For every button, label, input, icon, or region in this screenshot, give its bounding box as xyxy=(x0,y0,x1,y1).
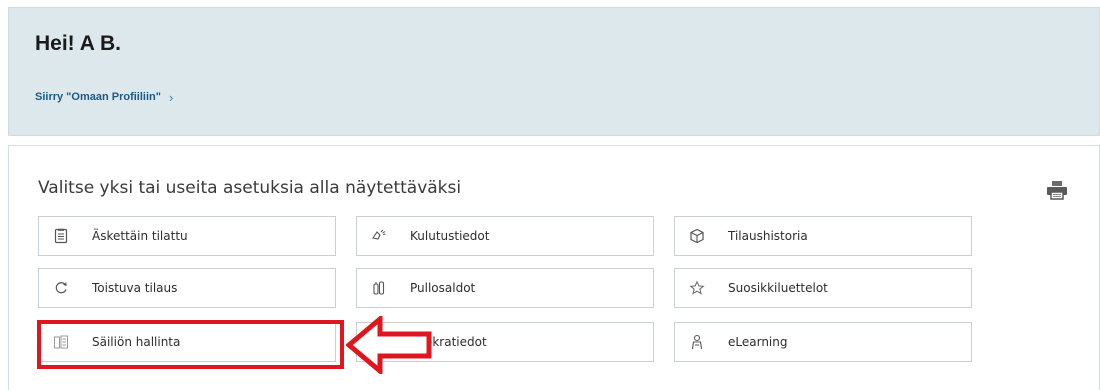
tile-label: Äskettäin tilattu xyxy=(92,229,188,243)
tile-rental-info[interactable]: Vuokratiedot xyxy=(356,322,654,362)
person-icon xyxy=(689,334,705,350)
profile-link[interactable]: Siirry "Omaan Profiiliin" › xyxy=(35,89,173,105)
tile-order-history[interactable]: Tilaushistoria xyxy=(674,216,972,256)
gas-flow-icon xyxy=(371,228,387,244)
tile-label: Toistuva tilaus xyxy=(92,281,178,295)
clipboard-list-icon xyxy=(53,228,69,244)
cylinders-icon xyxy=(371,280,387,296)
options-heading: Valitse yksi tai useita asetuksia alla n… xyxy=(38,178,462,198)
tile-cylinder-balances[interactable]: Pullosaldot xyxy=(356,268,654,308)
tile-label: Vuokratiedot xyxy=(410,335,487,349)
chart-icon xyxy=(371,334,387,350)
tile-label: Kulutustiedot xyxy=(410,229,490,243)
tile-label: Suosikkiluettelot xyxy=(728,281,828,295)
chevron-right-icon: › xyxy=(168,89,174,105)
tile-recently-ordered[interactable]: Äskettäin tilattu xyxy=(38,216,336,256)
greeting-panel: Hei! A B. Siirry "Omaan Profiiliin" › xyxy=(8,7,1100,136)
tile-favourite-lists[interactable]: Suosikkiluettelot xyxy=(674,268,972,308)
tile-label: Tilaushistoria xyxy=(728,229,808,243)
tile-label: eLearning xyxy=(728,335,788,349)
profile-link-label: Siirry "Omaan Profiiliin" xyxy=(35,91,161,103)
tile-recurring-order[interactable]: Toistuva tilaus xyxy=(38,268,336,308)
printer-icon[interactable] xyxy=(1046,180,1068,200)
tile-label: Pullosaldot xyxy=(410,281,476,295)
tile-consumption[interactable]: Kulutustiedot xyxy=(356,216,654,256)
tank-icon xyxy=(53,334,69,350)
greeting-title: Hei! A B. xyxy=(35,32,121,55)
tile-tank-management[interactable]: Säiliön hallinta xyxy=(38,322,336,362)
tile-label: Säiliön hallinta xyxy=(92,335,181,349)
refresh-icon xyxy=(53,280,69,296)
box-icon xyxy=(689,228,705,244)
star-icon xyxy=(689,280,705,296)
tile-elearning[interactable]: eLearning xyxy=(674,322,972,362)
